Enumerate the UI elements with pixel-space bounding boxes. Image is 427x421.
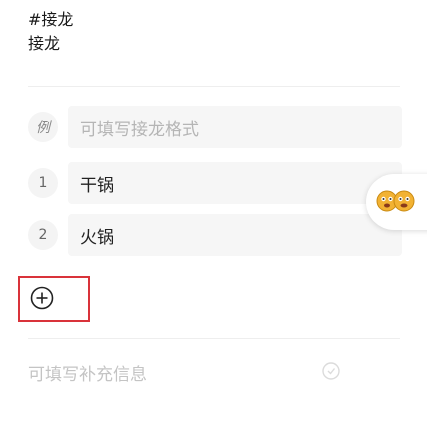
watermark-logo-icon [322,362,340,380]
format-input[interactable]: 可填写接龙格式 [68,106,402,148]
entry-text: 火锅 [80,227,114,248]
entry-text: 干锅 [80,175,114,196]
hashtag-title[interactable]: #接龙 [28,8,73,32]
entry-number: 1 [28,168,58,198]
add-circle-icon[interactable] [30,286,54,310]
format-input-placeholder: 可填写接龙格式 [80,119,199,140]
entry-input[interactable]: 干锅 [68,162,402,204]
example-badge: 例 [28,112,58,142]
divider-top [28,86,400,87]
entry-input[interactable]: 火锅 [68,214,402,256]
watermark [322,362,340,380]
divider-bottom [28,338,400,339]
floating-emoji-button[interactable] [366,174,427,230]
add-button-highlight [18,276,90,322]
extra-info-input[interactable]: 可填写补充信息 [28,360,147,385]
header: #接龙 接龙 [28,8,73,56]
list-item: 1 干锅 [28,162,402,204]
example-row: 例 可填写接龙格式 [28,106,402,148]
emoji-faces-icon [376,190,416,212]
solitaire-title[interactable]: 接龙 [28,32,73,56]
list-item: 2 火锅 [28,214,402,256]
entry-number: 2 [28,220,58,250]
